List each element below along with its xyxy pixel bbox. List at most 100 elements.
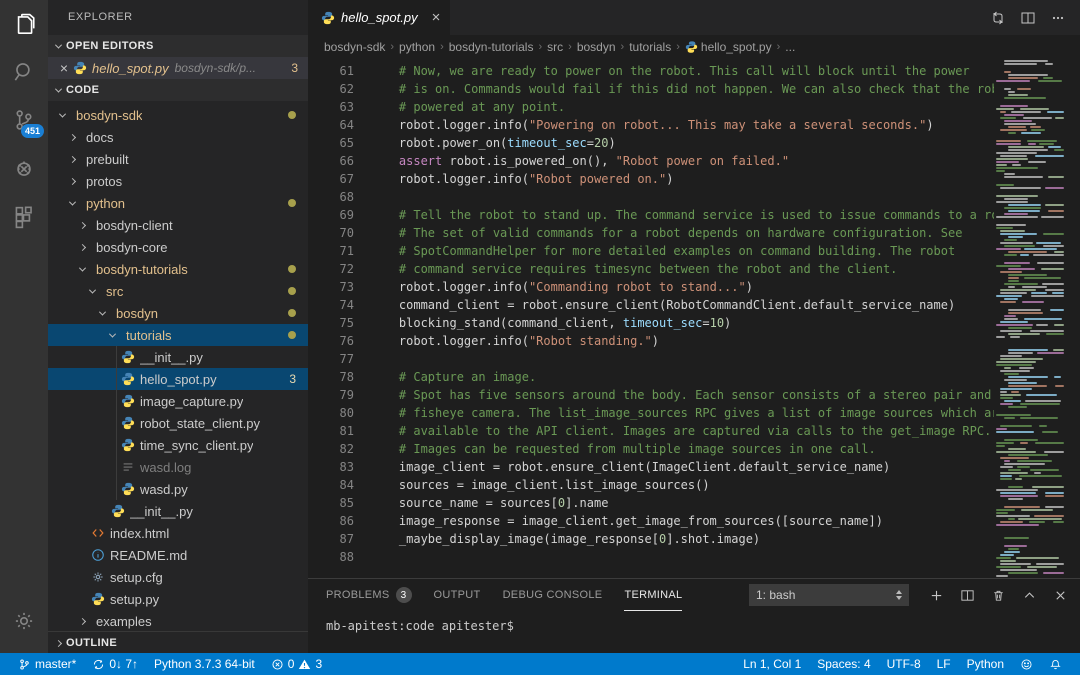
tree-folder-bosdyn-sdk[interactable]: bosdyn-sdk <box>48 104 308 126</box>
tree-folder-python[interactable]: python <box>48 192 308 214</box>
code-line-80[interactable]: 80 # fisheye camera. The list_image_sour… <box>320 404 994 422</box>
code-line-73[interactable]: 73 robot.logger.info("Commanding robot t… <box>320 278 994 296</box>
tab-close-icon[interactable]: × <box>432 9 441 26</box>
breadcrumb-item-bosdyn-sdk[interactable]: bosdyn-sdk <box>324 40 385 54</box>
status-cursor-position[interactable]: Ln 1, Col 1 <box>735 653 809 675</box>
code-line-65[interactable]: 65 robot.power_on(timeout_sec=20) <box>320 134 994 152</box>
search-icon[interactable] <box>0 48 48 96</box>
code-line-75[interactable]: 75 blocking_stand(command_client, timeou… <box>320 314 994 332</box>
code-line-67[interactable]: 67 robot.logger.info("Robot powered on."… <box>320 170 994 188</box>
open-changes-icon[interactable] <box>990 10 1006 26</box>
code-line-63[interactable]: 63 # powered at any point. <box>320 98 994 116</box>
code-line-87[interactable]: 87 _maybe_display_image(image_response[0… <box>320 530 994 548</box>
breadcrumb-item-tutorials[interactable]: tutorials <box>629 40 671 54</box>
code-line-62[interactable]: 62 # is on. Commands would fail if this … <box>320 80 994 98</box>
explorer-icon[interactable] <box>0 0 48 48</box>
code-line-71[interactable]: 71 # SpotCommandHelper for more detailed… <box>320 242 994 260</box>
tree-file-setup-cfg[interactable]: setup.cfg <box>48 566 308 588</box>
debug-icon[interactable] <box>0 144 48 192</box>
split-editor-icon[interactable] <box>1020 10 1036 26</box>
tree-file-wasd-py[interactable]: wasd.py <box>48 478 308 500</box>
terminal-shell-select[interactable]: 1: bash <box>749 584 909 606</box>
panel-tab-terminal[interactable]: TERMINAL <box>624 579 682 611</box>
tree-folder-prebuilt[interactable]: prebuilt <box>48 148 308 170</box>
more-actions-icon[interactable] <box>1050 10 1066 26</box>
minimap[interactable] <box>994 58 1068 578</box>
tree-folder-src[interactable]: src <box>48 280 308 302</box>
open-editors-header[interactable]: OPEN EDITORS <box>48 35 308 57</box>
code-section-header[interactable]: CODE <box>48 79 308 101</box>
open-editor-item[interactable]: × hello_spot.py bosdyn-sdk/p... 3 <box>48 57 308 79</box>
status-eol[interactable]: LF <box>929 653 959 675</box>
code-line-72[interactable]: 72 # command service requires timesync b… <box>320 260 994 278</box>
breadcrumb-item-hello-spot-py[interactable]: hello_spot.py <box>685 39 772 54</box>
code-line-61[interactable]: 61 # Now, we are ready to power on the r… <box>320 62 994 80</box>
extensions-icon[interactable] <box>0 192 48 240</box>
breadcrumb-item-src[interactable]: src <box>547 40 563 54</box>
status-sync[interactable]: 0↓ 7↑ <box>84 653 146 675</box>
kill-terminal-icon[interactable] <box>991 588 1006 603</box>
code-line-79[interactable]: 79 # Spot has five sensors around the bo… <box>320 386 994 404</box>
tree-file-readme-md[interactable]: README.md <box>48 544 308 566</box>
terminal-output[interactable]: mb-apitest:code apitester$ <box>308 611 1080 633</box>
status-indentation[interactable]: Spaces: 4 <box>809 653 878 675</box>
tree-folder-bosdyn[interactable]: bosdyn <box>48 302 308 324</box>
tree-file-index-html[interactable]: index.html <box>48 522 308 544</box>
code-line-74[interactable]: 74 command_client = robot.ensure_client(… <box>320 296 994 314</box>
tree-file--init-py[interactable]: __init__.py <box>48 500 308 522</box>
tab-hello-spot[interactable]: hello_spot.py × <box>308 0 450 35</box>
code-line-84[interactable]: 84 sources = image_client.list_image_sou… <box>320 476 994 494</box>
panel-tab-debug-console[interactable]: DEBUG CONSOLE <box>503 579 603 611</box>
tree-folder-examples[interactable]: examples <box>48 610 308 631</box>
tree-file-wasd-log[interactable]: wasd.log <box>48 456 308 478</box>
tree-folder-tutorials[interactable]: tutorials <box>48 324 308 346</box>
code-editor[interactable]: 61 # Now, we are ready to power on the r… <box>308 58 1080 578</box>
tree-file-setup-py[interactable]: setup.py <box>48 588 308 610</box>
status-feedback[interactable] <box>1012 653 1041 675</box>
code-line-86[interactable]: 86 image_response = image_client.get_ima… <box>320 512 994 530</box>
code-line-81[interactable]: 81 # available to the API client. Images… <box>320 422 994 440</box>
maximize-panel-icon[interactable] <box>1022 588 1037 603</box>
code-line-83[interactable]: 83 image_client = robot.ensure_client(Im… <box>320 458 994 476</box>
status-language-mode[interactable]: Python <box>959 653 1012 675</box>
code-line-78[interactable]: 78 # Capture an image. <box>320 368 994 386</box>
status-problems[interactable]: 03 <box>263 653 330 675</box>
tree-file-hello-spot-py[interactable]: hello_spot.py3 <box>48 368 308 390</box>
code-line-68[interactable]: 68 <box>320 188 994 206</box>
tree-file--init-py[interactable]: __init__.py <box>48 346 308 368</box>
status-python-interpreter[interactable]: Python 3.7.3 64-bit <box>146 653 263 675</box>
new-terminal-icon[interactable] <box>929 588 944 603</box>
panel-tab-output[interactable]: OUTPUT <box>434 579 481 611</box>
breadcrumb-item--[interactable]: ... <box>785 40 795 54</box>
panel-tab-problems[interactable]: PROBLEMS3 <box>326 579 412 611</box>
code-line-64[interactable]: 64 robot.logger.info("Powering on robot.… <box>320 116 994 134</box>
tree-folder-bosdyn-tutorials[interactable]: bosdyn-tutorials <box>48 258 308 280</box>
tree-file-robot-state-client-py[interactable]: robot_state_client.py <box>48 412 308 434</box>
tree-folder-bosdyn-core[interactable]: bosdyn-core <box>48 236 308 258</box>
settings-gear-icon[interactable] <box>0 597 48 645</box>
code-line-88[interactable]: 88 <box>320 548 994 566</box>
code-line-82[interactable]: 82 # Images can be requested from multip… <box>320 440 994 458</box>
tree-file-image-capture-py[interactable]: image_capture.py <box>48 390 308 412</box>
code-line-85[interactable]: 85 source_name = sources[0].name <box>320 494 994 512</box>
close-icon[interactable]: × <box>56 60 72 76</box>
code-line-76[interactable]: 76 robot.logger.info("Robot standing.") <box>320 332 994 350</box>
tree-folder-docs[interactable]: docs <box>48 126 308 148</box>
editor-scrollbar[interactable] <box>1068 58 1080 578</box>
breadcrumb-item-bosdyn-tutorials[interactable]: bosdyn-tutorials <box>449 40 534 54</box>
code-line-77[interactable]: 77 <box>320 350 994 368</box>
breadcrumb-item-bosdyn[interactable]: bosdyn <box>577 40 616 54</box>
split-terminal-icon[interactable] <box>960 588 975 603</box>
status-encoding[interactable]: UTF-8 <box>879 653 929 675</box>
tree-folder-bosdyn-client[interactable]: bosdyn-client <box>48 214 308 236</box>
tree-folder-protos[interactable]: protos <box>48 170 308 192</box>
code-line-66[interactable]: 66 assert robot.is_powered_on(), "Robot … <box>320 152 994 170</box>
status-git-branch[interactable]: master* <box>10 653 84 675</box>
breadcrumb-item-python[interactable]: python <box>399 40 435 54</box>
tree-file-time-sync-client-py[interactable]: time_sync_client.py <box>48 434 308 456</box>
code-line-70[interactable]: 70 # The set of valid commands for a rob… <box>320 224 994 242</box>
code-line-69[interactable]: 69 # Tell the robot to stand up. The com… <box>320 206 994 224</box>
outline-section-header[interactable]: OUTLINE <box>48 631 308 653</box>
code-content[interactable]: 61 # Now, we are ready to power on the r… <box>308 58 994 578</box>
status-notifications[interactable] <box>1041 653 1070 675</box>
